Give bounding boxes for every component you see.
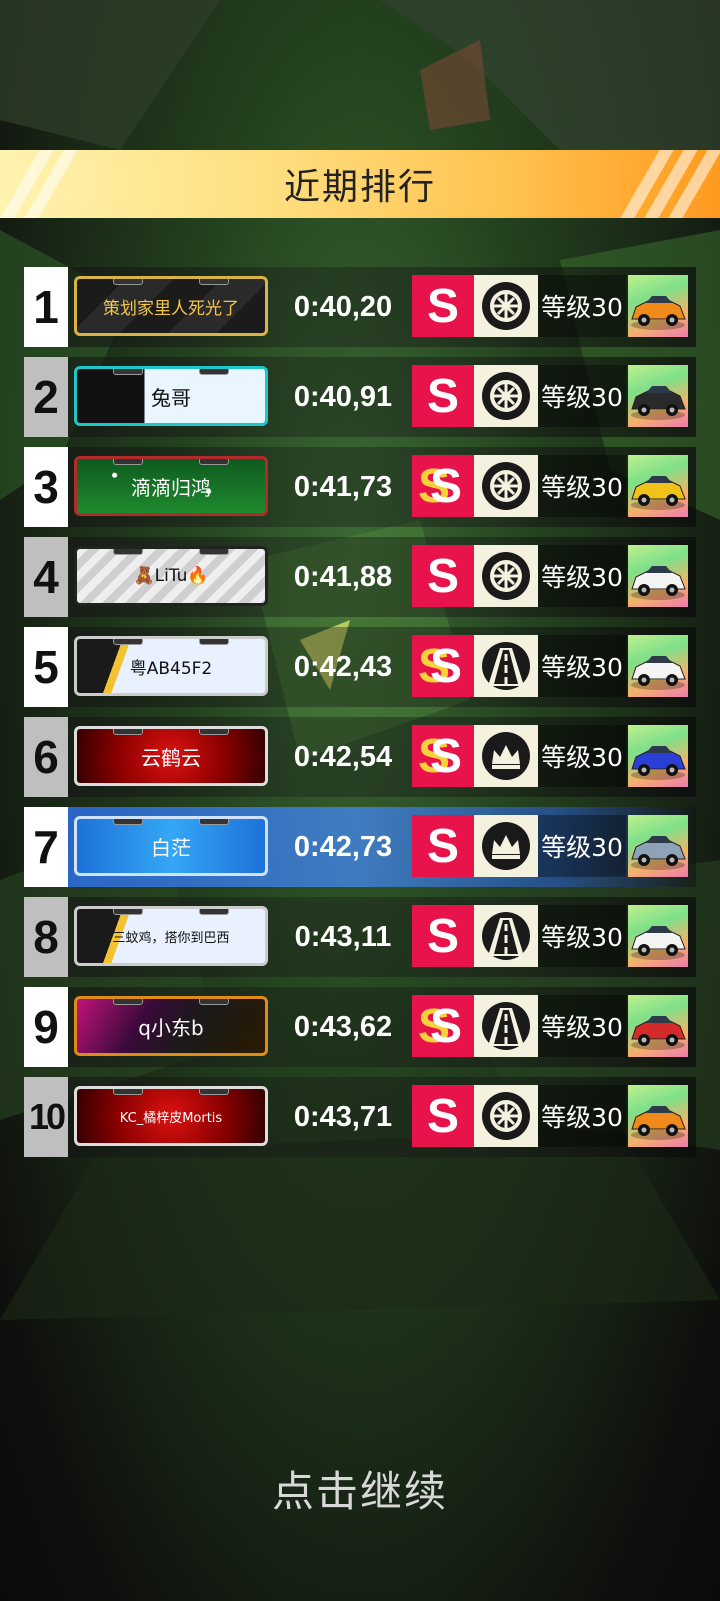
player-level: 等级30	[538, 635, 626, 697]
grade-badge: SS	[412, 635, 474, 697]
lap-time: 0:43,71	[293, 1100, 393, 1133]
leaderboard-row[interactable]: 6 云鹤云 0:42,54 S S 等级30	[24, 717, 696, 797]
tap-to-continue[interactable]: 点击继续	[0, 1458, 720, 1519]
road-icon	[474, 905, 538, 967]
grade-badge: S	[412, 1085, 474, 1147]
tire-icon	[474, 275, 538, 337]
license-plate: 三蚊鸡，搭你到巴西	[74, 906, 268, 966]
player-name: 🧸LiTu🔥	[133, 566, 209, 586]
player-level: 等级30	[538, 725, 626, 787]
player-name: 白茫	[151, 835, 191, 860]
player-level: 等级30	[538, 275, 626, 337]
license-plate: 策划家里人死光了	[74, 276, 268, 336]
rank-number: 8	[24, 897, 68, 977]
rank-number: 1	[24, 267, 68, 347]
crown-icon	[474, 815, 538, 877]
player-name: KC_橘梓皮Mortis	[119, 1110, 223, 1126]
tire-icon	[474, 1085, 538, 1147]
grade-badge: S	[412, 815, 474, 877]
car-thumbnail	[628, 815, 688, 877]
leaderboard-row[interactable]: 7 白茫 0:42,73 S 等级30	[24, 807, 696, 887]
road-icon	[474, 995, 538, 1057]
road-icon	[474, 635, 538, 697]
leaderboard-row[interactable]: 4 🧸LiTu🔥 0:41,88 S 等级30	[24, 537, 696, 617]
grade-badge: S	[412, 365, 474, 427]
license-plate: 白茫	[74, 816, 268, 876]
rank-number: 9	[24, 987, 68, 1067]
tire-icon	[474, 545, 538, 607]
player-name: 三蚊鸡，搭你到巴西	[112, 930, 230, 946]
lap-time: 0:40,20	[293, 290, 393, 323]
leaderboard-row[interactable]: 5 粤AB45F2 0:42,43 S S 等级30	[24, 627, 696, 707]
license-plate: KC_橘梓皮Mortis	[74, 1086, 268, 1146]
car-thumbnail	[628, 635, 688, 697]
player-level: 等级30	[538, 545, 626, 607]
leaderboard-row[interactable]: 8 三蚊鸡，搭你到巴西 0:43,11 S 等级30	[24, 897, 696, 977]
rank-number: 2	[24, 357, 68, 437]
rank-number: 10	[24, 1077, 68, 1157]
player-name: 策划家里人死光了	[103, 298, 239, 319]
leaderboard-row[interactable]: 2 兔哥 0:40,91 S 等级30	[24, 357, 696, 437]
license-plate: 粤AB45F2	[74, 636, 268, 696]
leaderboard: 1 策划家里人死光了 0:40,20 S 等级30 2 兔哥 0:40,91 S 等级30 3 滴滴归…	[24, 267, 696, 1167]
tire-icon	[474, 455, 538, 517]
rank-number: 4	[24, 537, 68, 617]
car-thumbnail	[628, 365, 688, 427]
car-thumbnail	[628, 995, 688, 1057]
car-thumbnail	[628, 545, 688, 607]
grade-badge: SS	[412, 995, 474, 1057]
lap-time: 0:42,54	[293, 740, 393, 773]
player-name: q小东b	[138, 1015, 204, 1040]
license-plate: q小东b	[74, 996, 268, 1056]
lap-time: 0:41,73	[293, 470, 393, 503]
player-level: 等级30	[538, 995, 626, 1057]
rank-number: 5	[24, 627, 68, 707]
rank-number: 3	[24, 447, 68, 527]
car-thumbnail	[628, 275, 688, 337]
lap-time: 0:42,73	[293, 830, 393, 863]
player-name: 滴滴归鸿	[131, 475, 211, 500]
player-level: 等级30	[538, 905, 626, 967]
player-name: 粤AB45F2	[129, 658, 213, 679]
title-banner: 近期排行	[0, 150, 720, 218]
leaderboard-row[interactable]: 3 滴滴归鸿 0:41,73 S S 等级30	[24, 447, 696, 527]
license-plate: 🧸LiTu🔥	[74, 546, 268, 606]
lap-time: 0:42,43	[293, 650, 393, 683]
player-level: 等级30	[538, 455, 626, 517]
player-level: 等级30	[538, 1085, 626, 1147]
car-thumbnail	[628, 725, 688, 787]
car-thumbnail	[628, 905, 688, 967]
car-thumbnail	[628, 1085, 688, 1147]
leaderboard-row[interactable]: 9 q小东b 0:43,62 S S 等级30	[24, 987, 696, 1067]
grade-badge: S	[412, 275, 474, 337]
player-level: 等级30	[538, 815, 626, 877]
page-title: 近期排行	[283, 167, 436, 208]
lap-time: 0:43,62	[293, 1010, 393, 1043]
lap-time: 0:40,91	[293, 380, 393, 413]
lap-time: 0:41,88	[293, 560, 393, 593]
license-plate: 云鹤云	[74, 726, 268, 786]
grade-badge: SS	[412, 725, 474, 787]
lap-time: 0:43,11	[294, 920, 392, 953]
player-name: 云鹤云	[141, 745, 201, 770]
player-level: 等级30	[538, 365, 626, 427]
player-name: 兔哥	[151, 385, 191, 410]
crown-icon	[474, 725, 538, 787]
license-plate: 兔哥	[74, 366, 268, 426]
rank-number: 7	[24, 807, 68, 887]
grade-badge: SS	[412, 455, 474, 517]
tire-icon	[474, 365, 538, 427]
car-thumbnail	[628, 455, 688, 517]
grade-badge: S	[412, 905, 474, 967]
grade-badge: S	[412, 545, 474, 607]
license-plate: 滴滴归鸿	[74, 456, 268, 516]
leaderboard-row[interactable]: 1 策划家里人死光了 0:40,20 S 等级30	[24, 267, 696, 347]
rank-number: 6	[24, 717, 68, 797]
leaderboard-row[interactable]: 10 KC_橘梓皮Mortis 0:43,71 S 等级30	[24, 1077, 696, 1157]
